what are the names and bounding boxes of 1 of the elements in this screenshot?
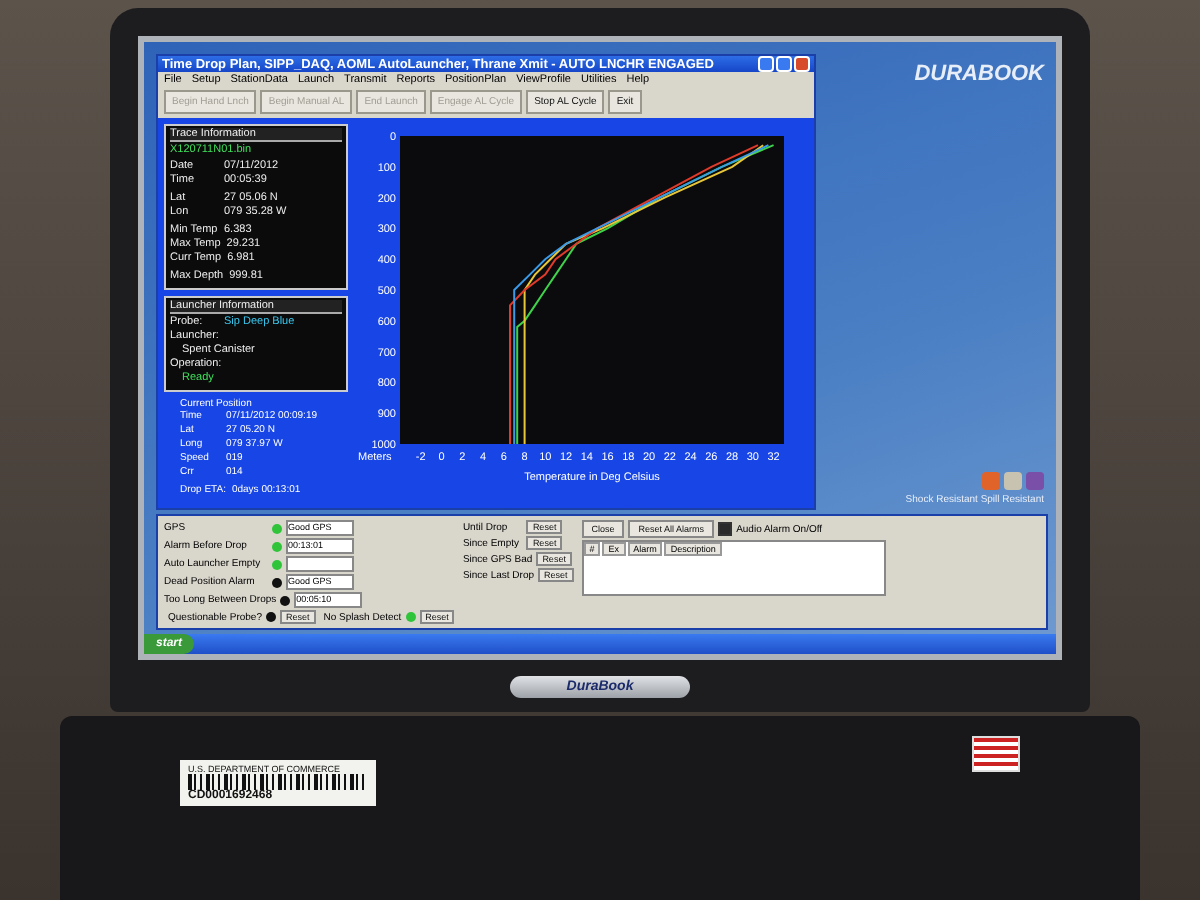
brand-logo: DURABOOK (914, 62, 1044, 86)
